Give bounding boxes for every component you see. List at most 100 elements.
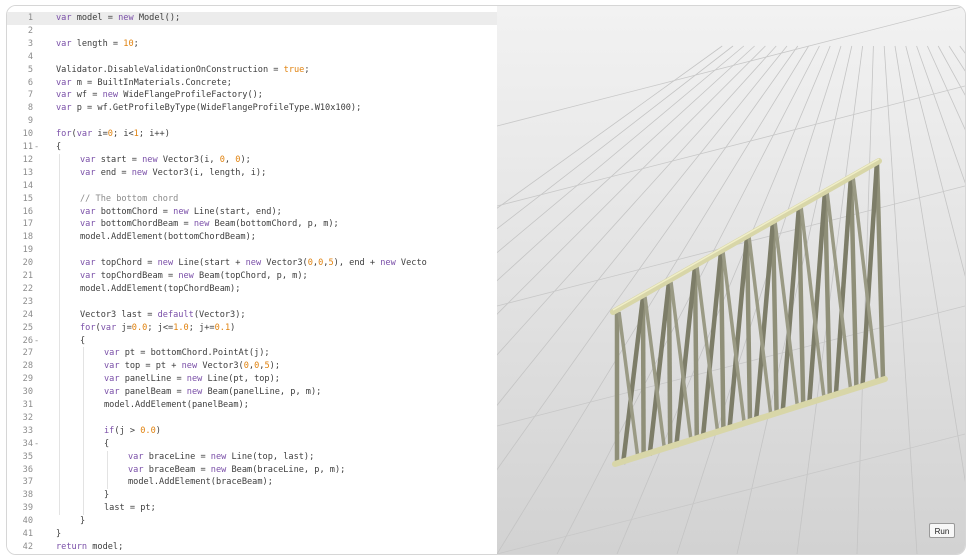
line-number: 40 <box>22 516 33 527</box>
code-line[interactable]: 18 model.AddElement(bottomChordBeam); <box>7 231 497 244</box>
code-token: WideFlangeProfileFactory(); <box>118 90 263 101</box>
code-token: pt = bottomChord.PointAt(j); <box>119 348 270 359</box>
code-line[interactable]: 30 var panelBeam = new Beam(panelLine, p,… <box>7 386 497 399</box>
code-text: model.AddElement(braceBeam); <box>128 476 273 489</box>
code-token: ; <box>304 64 310 75</box>
code-line[interactable]: 2 <box>7 25 497 38</box>
line-number: 6 <box>27 77 33 88</box>
code-line[interactable]: 17 var bottomChordBeam = new Beam(bottomC… <box>7 218 497 231</box>
3d-viewport[interactable] <box>497 6 965 554</box>
code-token: var <box>56 38 72 49</box>
code-line[interactable]: 3 var length = 10; <box>7 38 497 51</box>
code-line[interactable]: 41} <box>7 528 497 541</box>
code-line[interactable]: 28 var top = pt + new Vector3(0,0,5); <box>7 360 497 373</box>
code-token: 0.0 <box>140 425 156 436</box>
line-number: 38 <box>22 490 33 501</box>
code-text: var topChordBeam = new Beam(topChord, p,… <box>80 270 308 283</box>
code-token: // The bottom chord <box>80 193 179 204</box>
code-token: bottomChord = <box>95 206 174 217</box>
code-line[interactable]: 35 var braceLine = new Line(top, last); <box>7 451 497 464</box>
code-line[interactable]: 23 <box>7 296 497 309</box>
line-number: 8 <box>27 103 33 114</box>
grid-line <box>905 45 965 277</box>
code-line[interactable]: 12 var start = new Vector3(i, 0, 0); <box>7 154 497 167</box>
code-line[interactable]: 6 var m = BuiltInMaterials.Concrete; <box>7 77 497 90</box>
line-number: 42 <box>22 541 33 552</box>
code-token: new <box>131 167 148 178</box>
code-line[interactable]: 33 if(j > 0.0) <box>7 425 497 438</box>
code-text: for(var i=0; i<1; i++) <box>56 128 170 141</box>
code-line[interactable]: 11- { <box>7 141 497 154</box>
code-token: model.AddElement(topChordBeam); <box>80 283 241 294</box>
code-text: return model; <box>56 541 123 554</box>
code-line[interactable]: 40} <box>7 515 497 528</box>
vertical-member <box>640 296 646 456</box>
code-text: var model = new Model(); <box>56 12 180 25</box>
code-text: var wf = new WideFlangeProfileFactory(); <box>56 89 263 102</box>
line-number: 35 <box>22 451 33 462</box>
code-line[interactable]: 7 var wf = new WideFlangeProfileFactory()… <box>7 89 497 102</box>
code-line[interactable]: 20 var topChord = new Line(start + new Ve… <box>7 257 497 270</box>
code-token: true <box>283 64 305 75</box>
code-line[interactable]: 1 var model = new Model(); <box>7 12 497 25</box>
vertical-member <box>770 221 779 414</box>
code-editor[interactable]: 1 var model = new Model(); 2 3 var length = … <box>7 6 497 554</box>
code-line[interactable]: 29 var panelLine = new Line(pt, top); <box>7 373 497 386</box>
code-token: new <box>186 374 203 385</box>
line-number: 28 <box>22 361 33 372</box>
code-token: var <box>104 361 120 372</box>
code-text: model.AddElement(panelBeam); <box>104 399 249 412</box>
code-line[interactable]: 34- { <box>7 438 497 451</box>
line-number: 20 <box>22 258 33 269</box>
code-token: var <box>100 322 117 333</box>
vertical-member <box>692 266 700 439</box>
code-line[interactable]: 16 var bottomChord = new Line(start, end)… <box>7 206 497 219</box>
line-number: 31 <box>22 400 33 410</box>
code-line[interactable]: 15 // The bottom chord <box>7 193 497 206</box>
line-number: 12 <box>22 154 33 165</box>
code-line[interactable]: 32 <box>7 412 497 425</box>
code-line[interactable]: 4 <box>7 51 497 64</box>
code-token: model; <box>87 541 124 552</box>
code-token: var <box>80 219 96 230</box>
code-line[interactable]: 37 model.AddElement(braceBeam); <box>7 476 497 489</box>
indent-guide <box>59 153 60 516</box>
run-button[interactable]: Run <box>929 523 955 538</box>
grid-line <box>856 45 874 554</box>
code-text: // The bottom chord <box>80 193 178 206</box>
fold-toggle[interactable]: - <box>34 141 39 154</box>
code-line[interactable]: 27 var pt = bottomChord.PointAt(j); <box>7 347 497 360</box>
code-line[interactable]: 19 <box>7 244 497 257</box>
code-token: 10 <box>123 38 134 49</box>
code-line[interactable]: 14 <box>7 180 497 193</box>
fold-toggle[interactable]: - <box>34 335 39 348</box>
viewport-canvas[interactable] <box>497 6 965 554</box>
code-line[interactable]: 21 var topChordBeam = new Beam(topChord, … <box>7 270 497 283</box>
code-token: ); <box>269 361 281 372</box>
code-token: start = <box>95 154 143 165</box>
code-text: var m = BuiltInMaterials.Concrete; <box>56 77 232 90</box>
code-token: var <box>80 154 96 165</box>
code-token: new <box>210 451 227 462</box>
code-line[interactable]: 26- { <box>7 335 497 348</box>
code-line[interactable]: 42 return model; <box>7 541 497 554</box>
fold-toggle[interactable]: - <box>34 438 39 451</box>
line-number: 23 <box>22 296 33 307</box>
line-number: 4 <box>27 51 33 62</box>
code-token: for <box>56 129 72 140</box>
code-line[interactable]: 22 model.AddElement(topChordBeam); <box>7 283 497 296</box>
code-line[interactable]: 9 <box>7 115 497 128</box>
line-number: 36 <box>22 464 33 475</box>
code-line[interactable]: 10 for(var i=0; i<1; i++) <box>7 128 497 141</box>
code-token: var <box>56 77 72 88</box>
code-line[interactable]: 36 var braceBeam = new Beam(braceLine, p,… <box>7 464 497 477</box>
code-line[interactable]: 24 Vector3 last = default(Vector3); <box>7 309 497 322</box>
code-line[interactable]: 8 var p = wf.GetProfileByType(WideFlangeP… <box>7 102 497 115</box>
code-line[interactable]: 5 Validator.DisableValidationOnConstructi… <box>7 64 497 77</box>
code-line[interactable]: 31 model.AddElement(panelBeam); <box>7 399 497 412</box>
code-line[interactable]: 13 var end = new Vector3(i, length, i); <box>7 167 497 180</box>
code-text: { <box>56 141 61 154</box>
code-line[interactable]: 39 last = pt; <box>7 502 497 515</box>
code-line[interactable]: 38} <box>7 489 497 502</box>
code-line[interactable]: 25 for(var j=0.0; j<=1.0; j+=0.1) <box>7 322 497 335</box>
